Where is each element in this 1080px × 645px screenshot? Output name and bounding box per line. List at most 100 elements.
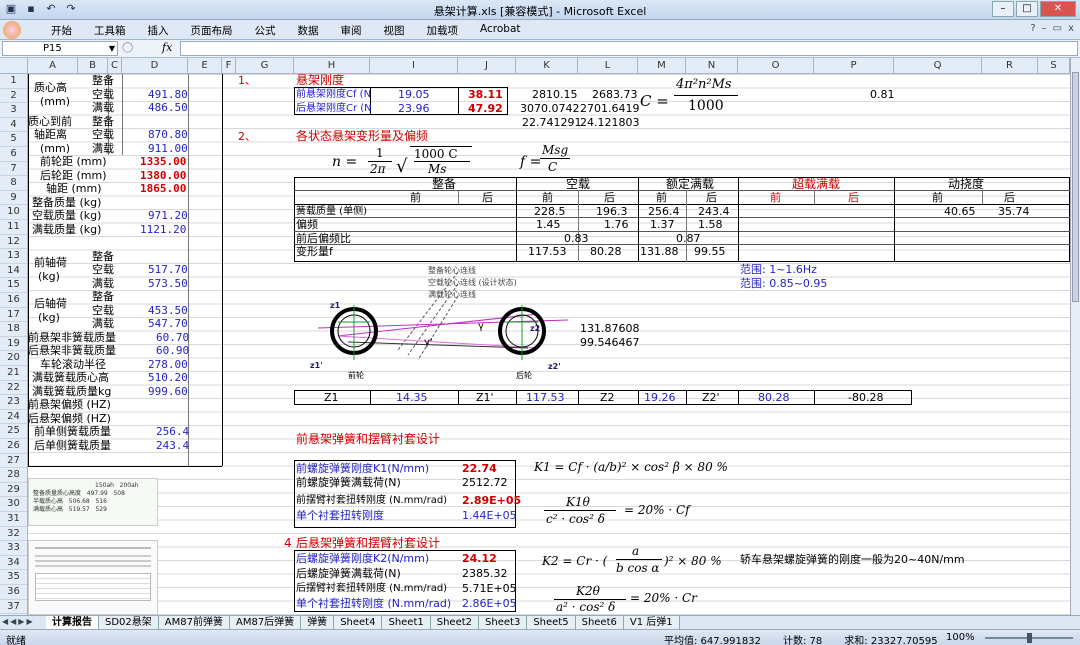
value-rear-l[interactable]: 2701.6419 bbox=[580, 102, 640, 115]
value-sprung-cg[interactable]: 510.20 bbox=[148, 371, 188, 384]
row-header[interactable]: 18 bbox=[0, 322, 27, 337]
mass-dyn-rear[interactable]: 35.74 bbox=[998, 205, 1030, 218]
def-empty-front[interactable]: 117.53 bbox=[528, 245, 567, 258]
p-value[interactable]: -80.28 bbox=[848, 391, 883, 404]
row-header[interactable]: 34 bbox=[0, 556, 27, 571]
row-header[interactable]: 35 bbox=[0, 570, 27, 585]
col-header[interactable]: R bbox=[982, 58, 1038, 74]
mass-empty-front[interactable]: 228.5 bbox=[534, 205, 566, 218]
sheet-tab[interactable]: Sheet5 bbox=[527, 616, 576, 629]
tab-page-layout[interactable]: 页面布局 bbox=[180, 23, 244, 38]
col-header[interactable]: I bbox=[370, 58, 458, 74]
value-full-mass[interactable]: 1121.20 bbox=[140, 223, 186, 236]
ratio-empty[interactable]: 0.83 bbox=[564, 232, 589, 245]
value-front-stiffness-1[interactable]: 19.05 bbox=[398, 88, 430, 101]
row-header[interactable]: 21 bbox=[0, 366, 27, 381]
value-row4-k[interactable]: 22.741291 bbox=[522, 116, 582, 129]
value-front-track[interactable]: 1335.00 bbox=[140, 155, 186, 168]
row-header[interactable]: 10 bbox=[0, 205, 27, 220]
ribbon-close-icon[interactable]: x bbox=[1068, 23, 1074, 34]
value-ra-full[interactable]: 547.70 bbox=[148, 317, 188, 330]
row-header[interactable]: 19 bbox=[0, 337, 27, 352]
tab-toolbox[interactable]: 工具箱 bbox=[83, 23, 137, 38]
row-header[interactable]: 15 bbox=[0, 278, 27, 293]
chevron-down-icon[interactable]: ▼ bbox=[109, 42, 115, 55]
row-header[interactable]: 12 bbox=[0, 235, 27, 250]
value-fa-empty[interactable]: 517.70 bbox=[148, 263, 188, 276]
tab-review[interactable]: 审阅 bbox=[330, 23, 373, 38]
row-header[interactable]: 24 bbox=[0, 410, 27, 425]
col-header[interactable]: B bbox=[78, 58, 108, 74]
row-header[interactable]: 4 bbox=[0, 118, 27, 133]
row-header[interactable]: 1 bbox=[0, 74, 27, 89]
row-header[interactable]: 30 bbox=[0, 497, 27, 512]
row-header[interactable]: 33 bbox=[0, 541, 27, 556]
tab-home[interactable]: 开始 bbox=[40, 23, 83, 38]
sheet-tab[interactable]: AM87后弹簧 bbox=[229, 616, 302, 629]
tab-view[interactable]: 视图 bbox=[373, 23, 416, 38]
sheet-tab[interactable]: Sheet4 bbox=[334, 616, 383, 629]
value-rear-k[interactable]: 3070.0742 bbox=[520, 102, 580, 115]
tab-insert[interactable]: 插入 bbox=[137, 23, 180, 38]
col-header[interactable]: L bbox=[578, 58, 638, 74]
value-axle-empty[interactable]: 870.80 bbox=[148, 128, 188, 141]
fx-icon[interactable]: fx bbox=[162, 41, 172, 54]
row-header[interactable]: 37 bbox=[0, 600, 27, 615]
value-rear-load[interactable]: 2385.32 bbox=[462, 567, 508, 580]
value-k2[interactable]: 24.12 bbox=[462, 552, 497, 565]
row-header[interactable]: 23 bbox=[0, 395, 27, 410]
sheet-tab[interactable]: Sheet6 bbox=[575, 616, 624, 629]
col-header[interactable]: F bbox=[222, 58, 236, 74]
def-rated-rear[interactable]: 99.55 bbox=[694, 245, 726, 258]
value-rear-stiffness-2[interactable]: 47.92 bbox=[468, 102, 503, 115]
def-rated-front[interactable]: 131.88 bbox=[640, 245, 679, 258]
row-header[interactable]: 5 bbox=[0, 132, 27, 147]
value-ra-empty[interactable]: 453.50 bbox=[148, 304, 188, 317]
row-header[interactable]: 31 bbox=[0, 512, 27, 527]
row-header[interactable]: 26 bbox=[0, 439, 27, 454]
vertical-scrollbar[interactable] bbox=[1070, 58, 1080, 615]
row-header[interactable]: 9 bbox=[0, 191, 27, 206]
value-empty-mass[interactable]: 971.20 bbox=[148, 209, 188, 222]
row-header[interactable]: 25 bbox=[0, 424, 27, 439]
col-header[interactable]: A bbox=[28, 58, 78, 74]
value-front-stiffness-2[interactable]: 38.11 bbox=[468, 88, 503, 101]
value-wheelbase[interactable]: 1865.00 bbox=[140, 182, 186, 195]
freq-empty-rear[interactable]: 1.76 bbox=[604, 218, 629, 231]
value-single-bushing[interactable]: 1.44E+05 bbox=[462, 509, 517, 522]
value-diagram-2[interactable]: 99.546467 bbox=[580, 336, 640, 349]
sheet-tab[interactable]: 弹簧 bbox=[301, 616, 335, 629]
row-header[interactable]: 20 bbox=[0, 351, 27, 366]
mass-rated-front[interactable]: 256.4 bbox=[648, 205, 680, 218]
value-wheel-r[interactable]: 278.00 bbox=[148, 358, 188, 371]
row-header[interactable]: 28 bbox=[0, 468, 27, 483]
value-rear-stiffness-1[interactable]: 23.96 bbox=[398, 102, 430, 115]
select-all[interactable] bbox=[0, 58, 28, 74]
tab-formulas[interactable]: 公式 bbox=[244, 23, 287, 38]
sheet-tab[interactable]: 计算报告 bbox=[46, 616, 99, 629]
formula-cancel-icon[interactable]: ◯ bbox=[122, 42, 133, 53]
sheet-tab[interactable]: V1 后弹1 bbox=[623, 616, 680, 629]
tab-addins[interactable]: 加载项 bbox=[416, 23, 470, 38]
value-k1[interactable]: 22.74 bbox=[462, 462, 497, 475]
ribbon-minimize-icon[interactable]: – bbox=[1042, 23, 1047, 34]
mass-dyn-front[interactable]: 40.65 bbox=[944, 205, 976, 218]
sheet-tab[interactable]: AM87前弹簧 bbox=[158, 616, 230, 629]
value-front-k[interactable]: 2810.15 bbox=[532, 88, 578, 101]
freq-rated-rear[interactable]: 1.58 bbox=[698, 218, 723, 231]
tab-acrobat[interactable]: Acrobat bbox=[469, 23, 532, 38]
value-cg-full[interactable]: 486.50 bbox=[148, 101, 188, 114]
row-header[interactable]: 13 bbox=[0, 249, 27, 264]
col-header[interactable]: P bbox=[814, 58, 894, 74]
value-rear-track[interactable]: 1380.00 bbox=[140, 169, 186, 182]
col-header[interactable]: E bbox=[188, 58, 222, 74]
col-header[interactable]: J bbox=[458, 58, 516, 74]
close-icon[interactable]: ✕ bbox=[1040, 1, 1076, 17]
col-header[interactable]: C bbox=[108, 58, 122, 74]
help-icon[interactable]: ? bbox=[1030, 23, 1035, 34]
def-empty-rear[interactable]: 80.28 bbox=[590, 245, 622, 258]
embedded-document-image[interactable] bbox=[28, 540, 158, 615]
value-p2[interactable]: 0.81 bbox=[870, 88, 895, 101]
row-header[interactable]: 16 bbox=[0, 293, 27, 308]
mass-empty-rear[interactable]: 196.3 bbox=[596, 205, 628, 218]
